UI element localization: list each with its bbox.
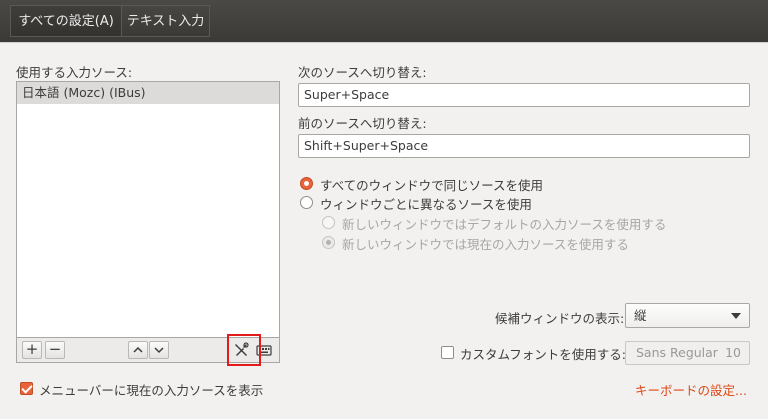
same-source-label: すべてのウィンドウで同じソースを使用 [320, 178, 544, 193]
all-settings-button[interactable]: すべての設定(A) [10, 5, 122, 37]
new-current-radio[interactable] [322, 236, 335, 249]
font-name: Sans Regular [636, 345, 718, 360]
add-source-button[interactable]: + [22, 341, 42, 359]
custom-font-label: カスタムフォントを使用する: [460, 347, 626, 362]
show-current-source-checkbox[interactable] [20, 382, 33, 395]
text-entry-breadcrumb[interactable]: テキスト入力 [121, 5, 210, 37]
font-size: 10 [725, 345, 741, 360]
candidate-window-label: 候補ウィンドウの表示: [495, 311, 625, 326]
highlight-annotation [227, 334, 261, 366]
same-source-radio[interactable] [300, 177, 313, 190]
input-sources-list[interactable]: 日本語 (Mozc) (IBus) [16, 81, 280, 338]
custom-font-checkbox[interactable] [441, 346, 454, 359]
per-window-radio[interactable] [300, 196, 313, 209]
show-current-source-label: メニューバーに現在の入力ソースを表示 [39, 383, 264, 398]
list-item[interactable]: 日本語 (Mozc) (IBus) [17, 82, 279, 104]
chevron-up-icon [133, 346, 143, 353]
new-current-label: 新しいウィンドウでは現在の入力ソースを使用する [342, 237, 629, 252]
header-bar: すべての設定(A) テキスト入力 [0, 0, 768, 42]
chevron-down-icon [154, 347, 164, 354]
font-chooser-button[interactable]: Sans Regular 10 [625, 341, 750, 365]
prev-source-label: 前のソースへ切り替え: [298, 116, 427, 131]
remove-source-button[interactable]: − [45, 341, 65, 359]
per-window-label: ウィンドウごとに異なるソースを使用 [320, 197, 532, 212]
prev-source-shortcut-field[interactable]: Shift+Super+Space [298, 134, 750, 158]
new-default-label: 新しいウィンドウではデフォルトの入力ソースを使用する [342, 217, 667, 232]
input-sources-label: 使用する入力ソース: [16, 65, 133, 80]
candidate-orientation-combo[interactable]: 縦 [625, 303, 750, 328]
move-down-button[interactable] [149, 341, 169, 359]
candidate-orientation-value: 縦 [634, 308, 647, 323]
dropdown-arrow-icon [731, 313, 741, 319]
keyboard-settings-link[interactable]: キーボードの設定... [635, 380, 747, 399]
next-source-label: 次のソースへ切り替え: [298, 65, 427, 80]
next-source-shortcut-field[interactable]: Super+Space [298, 83, 750, 107]
move-up-button[interactable] [128, 341, 148, 359]
new-default-radio[interactable] [322, 216, 335, 229]
